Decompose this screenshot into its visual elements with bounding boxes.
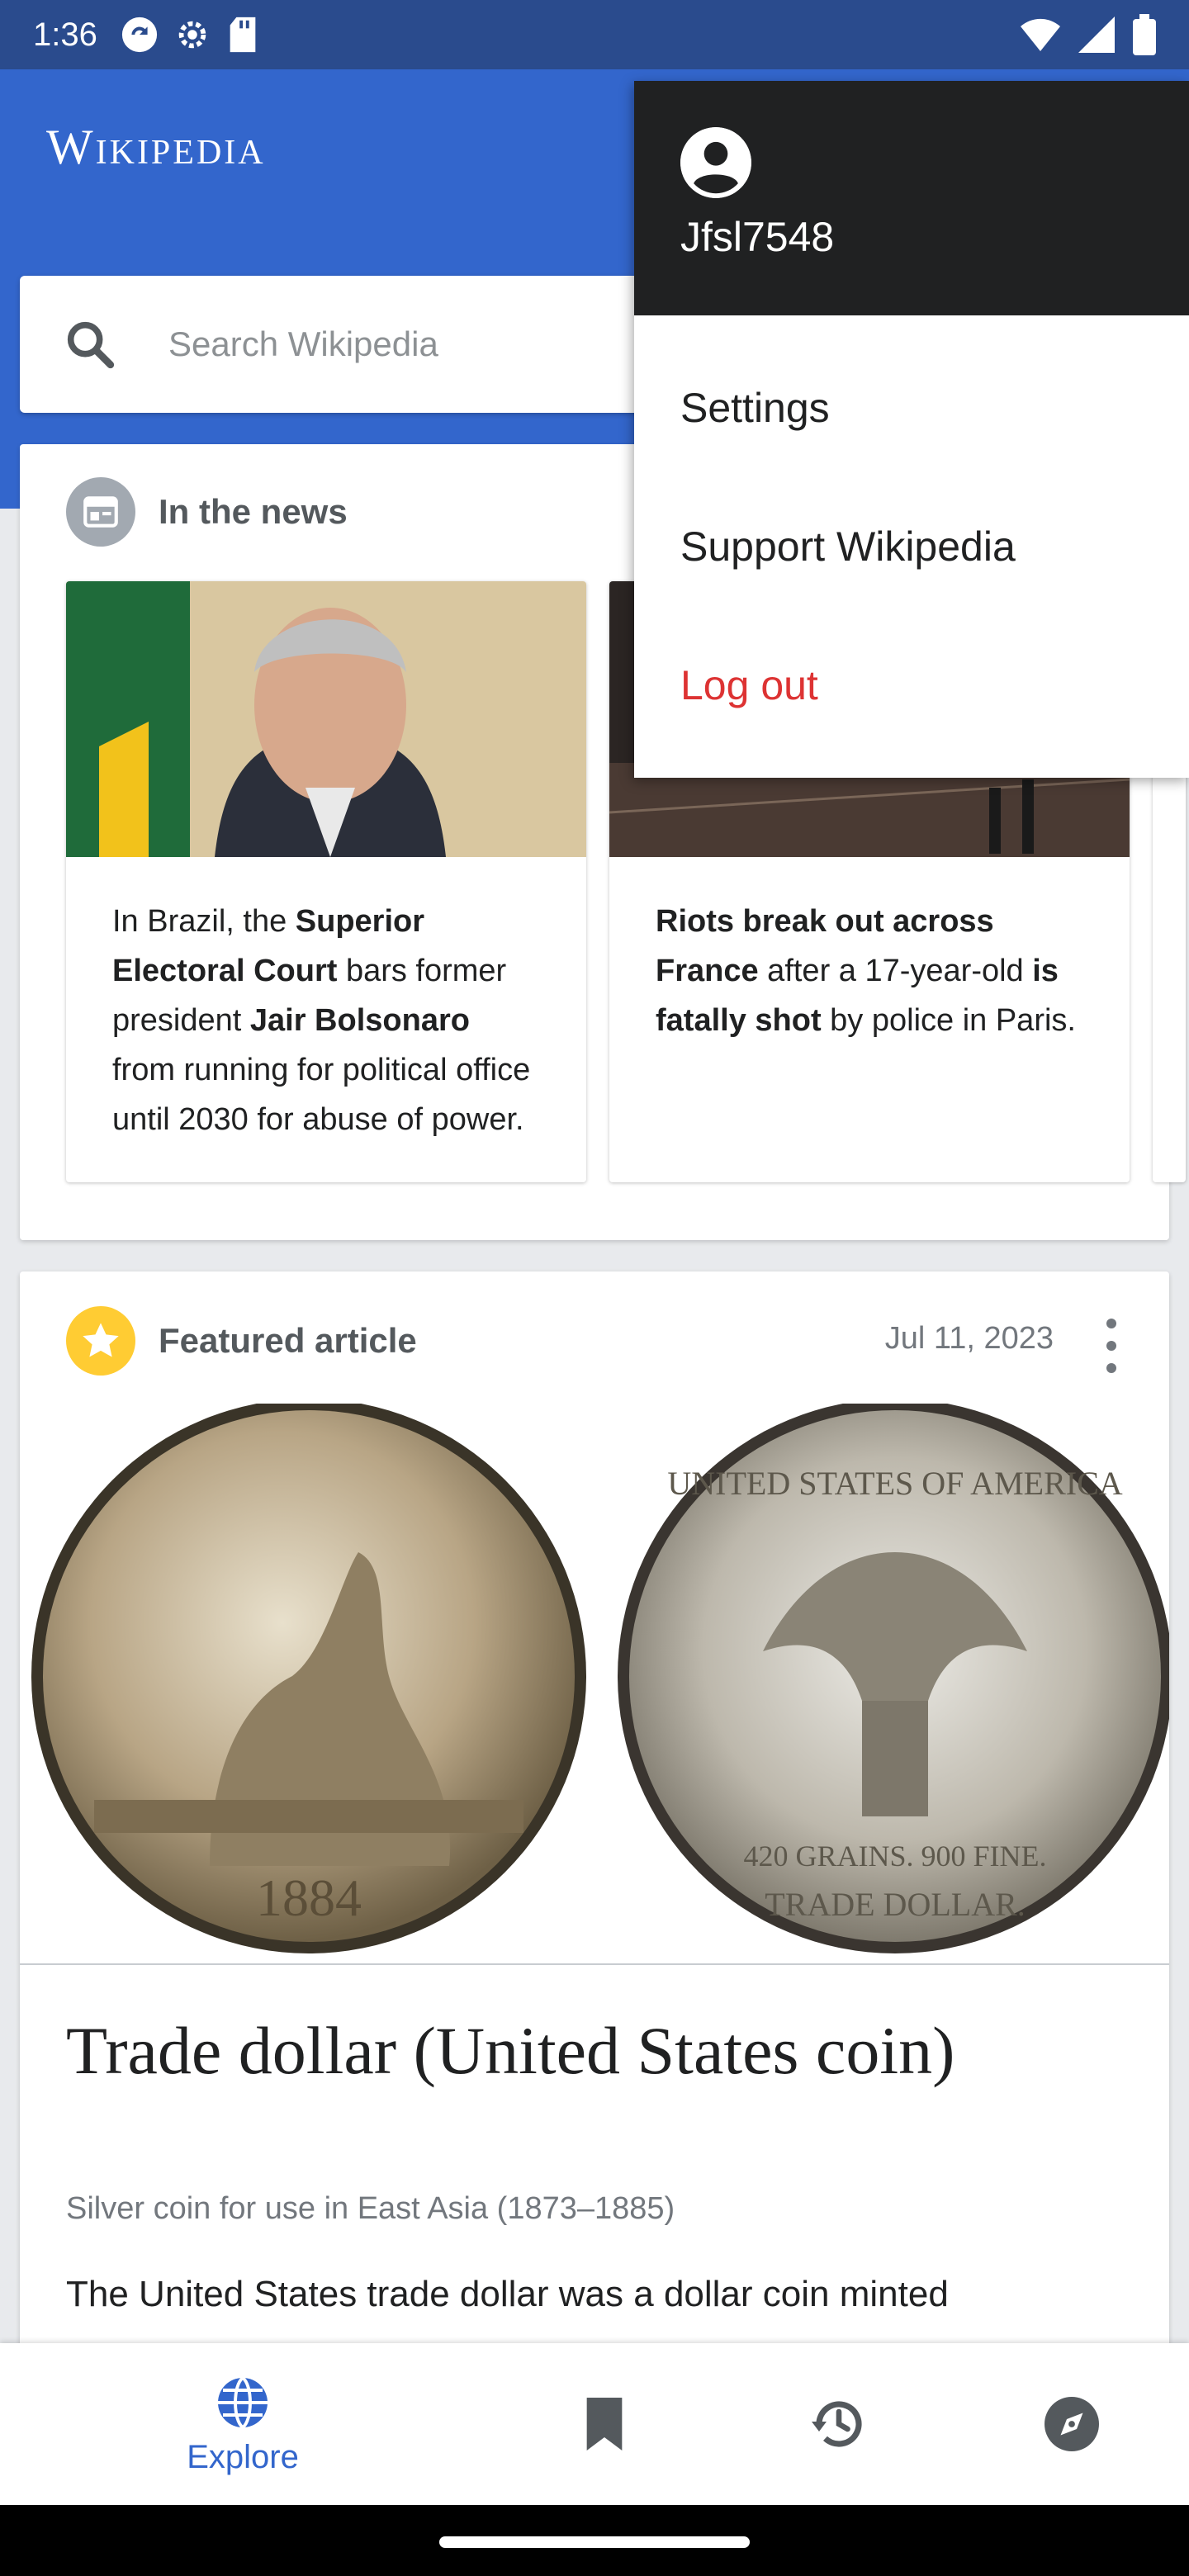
wifi-icon (1021, 18, 1060, 51)
battery-icon (1133, 14, 1156, 55)
user-avatar-icon (680, 127, 751, 198)
gesture-bar (0, 2505, 1189, 2576)
account-header: Jfsl7548 (634, 81, 1189, 315)
sync-icon (121, 17, 157, 53)
settings-icon (178, 21, 206, 49)
menu-item-logout[interactable]: Log out (634, 616, 1189, 755)
sd-card-icon (230, 17, 256, 53)
username: Jfsl7548 (680, 214, 835, 260)
signal-icon (1078, 17, 1115, 53)
menu-item-support[interactable]: Support Wikipedia (634, 477, 1189, 616)
account-menu: Jfsl7548 Settings Support Wikipedia Log … (634, 81, 1189, 778)
status-bar: 1:36 (0, 0, 1189, 69)
status-time: 1:36 (33, 16, 97, 53)
home-indicator[interactable] (439, 2536, 750, 2548)
menu-item-settings[interactable]: Settings (634, 339, 1189, 477)
